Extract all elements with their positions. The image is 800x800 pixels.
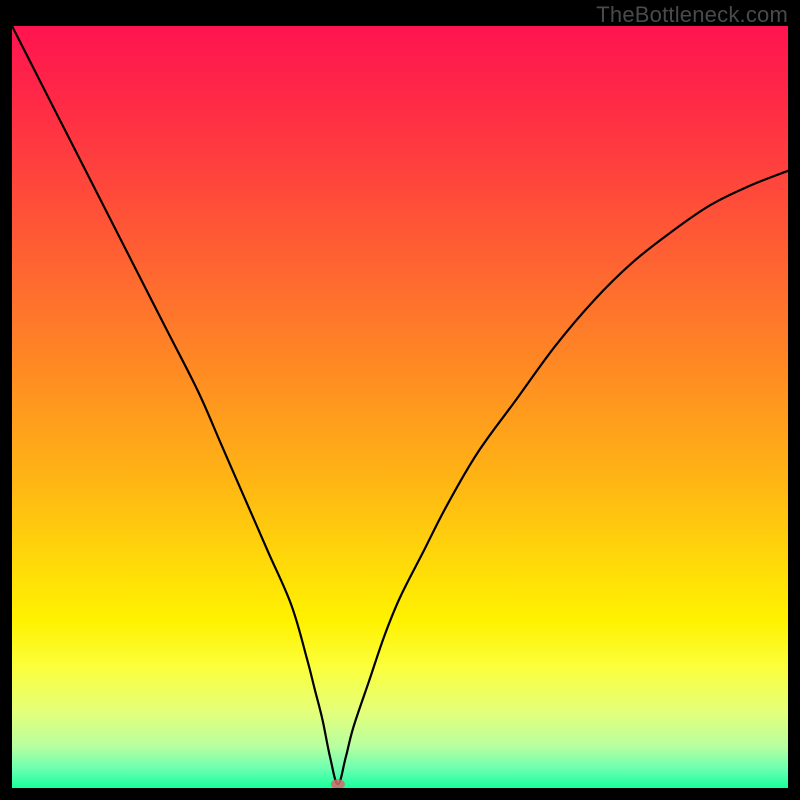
watermark-text: TheBottleneck.com bbox=[596, 2, 788, 28]
chart-svg bbox=[12, 26, 788, 788]
chart-plot-area bbox=[12, 26, 788, 788]
gradient-background bbox=[12, 26, 788, 788]
chart-outer-frame: TheBottleneck.com bbox=[0, 0, 800, 800]
